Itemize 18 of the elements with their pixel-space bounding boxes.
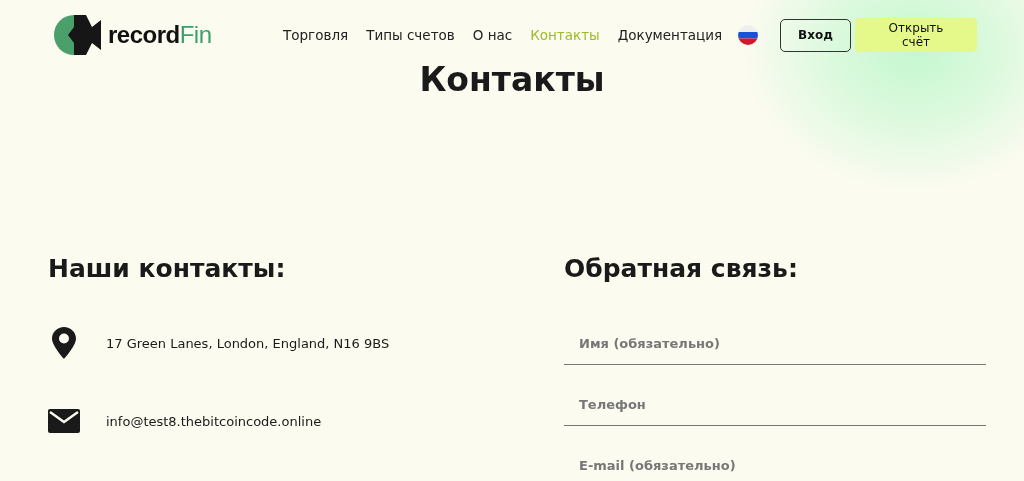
location-pin-icon (52, 327, 76, 359)
section-heading: Обратная связь: (564, 254, 799, 283)
open-account-button[interactable]: Открыть счёт (855, 18, 977, 52)
page-title: Контакты (418, 60, 606, 99)
input-field[interactable]: E-mail (обязательно) (564, 447, 986, 481)
contact-text: 17 Green Lanes, London, England, N16 9BS (106, 335, 390, 351)
nav-link[interactable]: Документация (617, 27, 723, 43)
nav-link[interactable]: Торговля (283, 27, 349, 43)
section-heading: Наши контакты: (48, 254, 287, 283)
input-field[interactable]: Имя (обязательно) (564, 325, 986, 365)
envelope-icon (48, 409, 80, 433)
contact-text: info@test8.thebitcoincode.online (106, 413, 322, 429)
brand-name[interactable]: recordFin (108, 21, 212, 49)
nav-link[interactable]: О нас (472, 27, 513, 43)
login-button[interactable]: Вход (780, 18, 851, 52)
input-field[interactable]: Телефон (564, 386, 986, 426)
russian-flag-icon[interactable] (738, 25, 758, 45)
nav-link[interactable]: Типы счетов (366, 27, 455, 43)
